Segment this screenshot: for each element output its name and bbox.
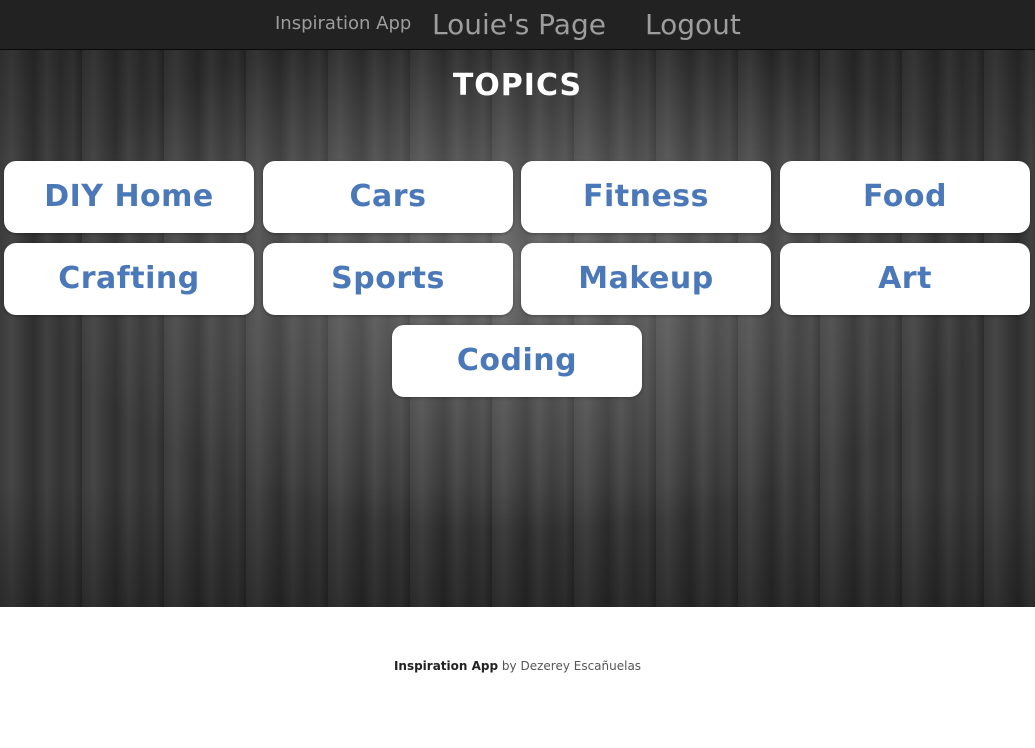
topic-button-fitness[interactable]: Fitness [521, 161, 771, 233]
topic-button-food[interactable]: Food [780, 161, 1030, 233]
top-navbar: Inspiration App Louie's Page Logout [0, 0, 1035, 50]
footer-brand: Inspiration App [393, 659, 499, 673]
topic-button-cars[interactable]: Cars [263, 161, 513, 233]
topic-button-crafting[interactable]: Crafting [4, 243, 254, 315]
footer-credit: Inspiration App by Dezerey Escañuelas [0, 659, 1035, 673]
topics-hero: TOPICS DIY Home Cars Fitness Food Crafti… [0, 50, 1035, 607]
brand-link[interactable]: Inspiration App [275, 13, 411, 34]
page-footer: Inspiration App by Dezerey Escañuelas [0, 607, 1035, 748]
footer-by: by [501, 659, 517, 673]
topic-button-diy-home[interactable]: DIY Home [4, 161, 254, 233]
logout-link[interactable]: Logout [645, 8, 741, 41]
topic-button-makeup[interactable]: Makeup [521, 243, 771, 315]
footer-author: Dezerey Escañuelas [520, 659, 642, 673]
topic-button-sports[interactable]: Sports [263, 243, 513, 315]
user-page-link[interactable]: Louie's Page [432, 8, 606, 41]
page-title: TOPICS [452, 68, 583, 103]
topic-button-coding[interactable]: Coding [392, 325, 642, 397]
topic-button-art[interactable]: Art [780, 243, 1030, 315]
